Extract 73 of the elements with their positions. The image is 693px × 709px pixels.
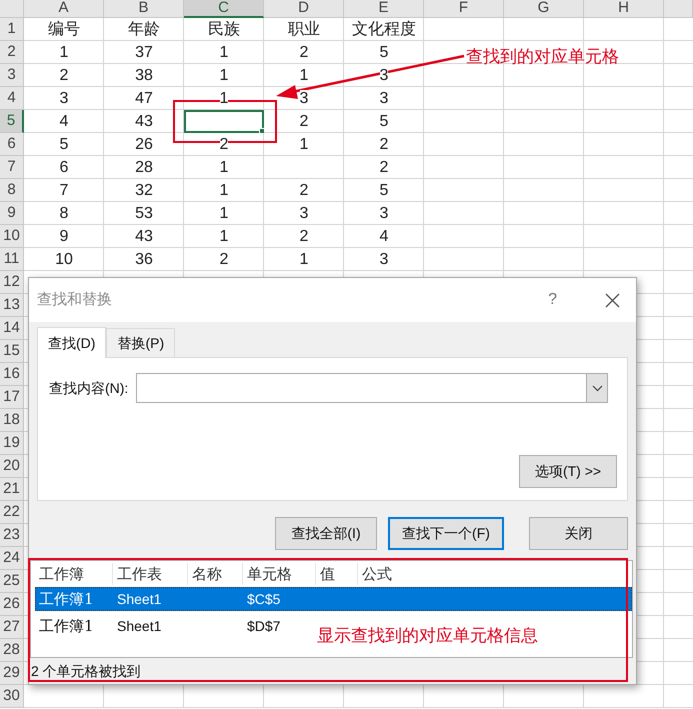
find-field[interactable] bbox=[136, 373, 608, 403]
row-header[interactable]: 20 bbox=[0, 455, 24, 478]
column-header[interactable]: 工作表 bbox=[113, 562, 188, 586]
row-header[interactable]: 10 bbox=[0, 225, 24, 248]
row-header[interactable]: 22 bbox=[0, 501, 24, 524]
row-header[interactable]: 11 bbox=[0, 248, 24, 271]
tab[interactable]: 替换(P) bbox=[106, 328, 176, 357]
table-cell: 年龄 bbox=[128, 20, 160, 38]
column-header[interactable]: H bbox=[584, 0, 664, 18]
column-header[interactable]: 工作簿 bbox=[35, 562, 113, 586]
row-header[interactable]: 21 bbox=[0, 478, 24, 501]
table-cell-text: Sheet1 bbox=[116, 616, 162, 636]
column-header[interactable]: 单元格 bbox=[243, 562, 316, 586]
row-header[interactable]: 19 bbox=[0, 432, 24, 455]
table-cell: 编号 bbox=[48, 20, 80, 38]
row-header[interactable]: 23 bbox=[0, 524, 24, 547]
annotation-text: 显示查找到的对应单元格信息 bbox=[317, 625, 538, 647]
row-header[interactable]: 4 bbox=[0, 87, 24, 110]
row-header[interactable]: 2 bbox=[0, 41, 24, 64]
row-header[interactable]: 28 bbox=[0, 639, 24, 662]
row-header[interactable]: 12 bbox=[0, 271, 24, 294]
field-label: 查找内容(N): bbox=[49, 378, 128, 398]
column-header[interactable]: E bbox=[344, 0, 424, 18]
column-header[interactable]: 值 bbox=[316, 562, 358, 586]
table-cell: 职业 bbox=[288, 20, 320, 38]
row-header[interactable]: 30 bbox=[0, 685, 24, 708]
tab[interactable]: 查找(D) bbox=[37, 327, 106, 358]
column-header[interactable]: 名称 bbox=[188, 562, 243, 586]
dialog-button[interactable]: 查找全部(I) bbox=[275, 517, 377, 550]
row-header[interactable]: 15 bbox=[0, 340, 24, 363]
result-row[interactable]: 工作簿1 Sheet1 $C$5 bbox=[35, 587, 632, 611]
row-header[interactable]: 5 bbox=[0, 110, 24, 133]
row-header[interactable]: 29 bbox=[0, 662, 24, 685]
row-header[interactable]: 8 bbox=[0, 179, 24, 202]
row-header[interactable]: 3 bbox=[0, 64, 24, 87]
row-header[interactable]: 26 bbox=[0, 593, 24, 616]
column-header[interactable]: F bbox=[424, 0, 504, 18]
dialog-title: 查找和替换 bbox=[37, 290, 112, 310]
table-cell-text: $C$5 bbox=[246, 590, 280, 608]
row-header[interactable]: 16 bbox=[0, 363, 24, 386]
table-cell: 民族 bbox=[208, 20, 240, 38]
status-text: 2 个单元格被找到 bbox=[30, 662, 142, 681]
annotation-text: 查找到的对应单元格 bbox=[466, 46, 619, 68]
row-header[interactable]: 1 bbox=[0, 18, 24, 41]
column-header[interactable]: C bbox=[184, 0, 264, 18]
column-header[interactable]: A bbox=[24, 0, 104, 18]
column-header[interactable]: B bbox=[104, 0, 184, 18]
column-header[interactable]: D bbox=[264, 0, 344, 18]
table-cell-text: Sheet1 bbox=[116, 590, 162, 608]
column-header[interactable]: 公式 bbox=[358, 562, 438, 586]
close-icon[interactable] bbox=[605, 292, 620, 308]
row-header[interactable]: 18 bbox=[0, 409, 24, 432]
row-header[interactable]: 9 bbox=[0, 202, 24, 225]
row-header[interactable]: 24 bbox=[0, 547, 24, 570]
row-header[interactable]: 25 bbox=[0, 570, 24, 593]
result-row[interactable]: 工作簿1 Sheet1 $D$7 bbox=[35, 614, 280, 638]
table-cell-text: $D$7 bbox=[246, 616, 280, 636]
row-header[interactable]: 14 bbox=[0, 317, 24, 340]
row-header[interactable]: 17 bbox=[0, 386, 24, 409]
table-cell: 文化程度 bbox=[352, 20, 416, 38]
help-button[interactable]: ? bbox=[548, 288, 557, 312]
dialog-button[interactable]: 关闭 bbox=[529, 517, 628, 550]
selected-cell[interactable] bbox=[184, 110, 264, 133]
row-header[interactable]: 27 bbox=[0, 616, 24, 639]
options-button[interactable]: 选项(T) >> bbox=[519, 455, 617, 488]
row-header[interactable]: 7 bbox=[0, 156, 24, 179]
column-header[interactable]: G bbox=[504, 0, 584, 18]
table-cell-text: 工作簿1 bbox=[38, 616, 95, 637]
dialog-button[interactable]: 查找下一个(F) bbox=[388, 517, 504, 550]
caret-icon[interactable] bbox=[592, 384, 603, 392]
table-cell-text: 工作簿1 bbox=[38, 588, 95, 610]
row-header[interactable]: 6 bbox=[0, 133, 24, 156]
row-header[interactable]: 13 bbox=[0, 294, 24, 317]
